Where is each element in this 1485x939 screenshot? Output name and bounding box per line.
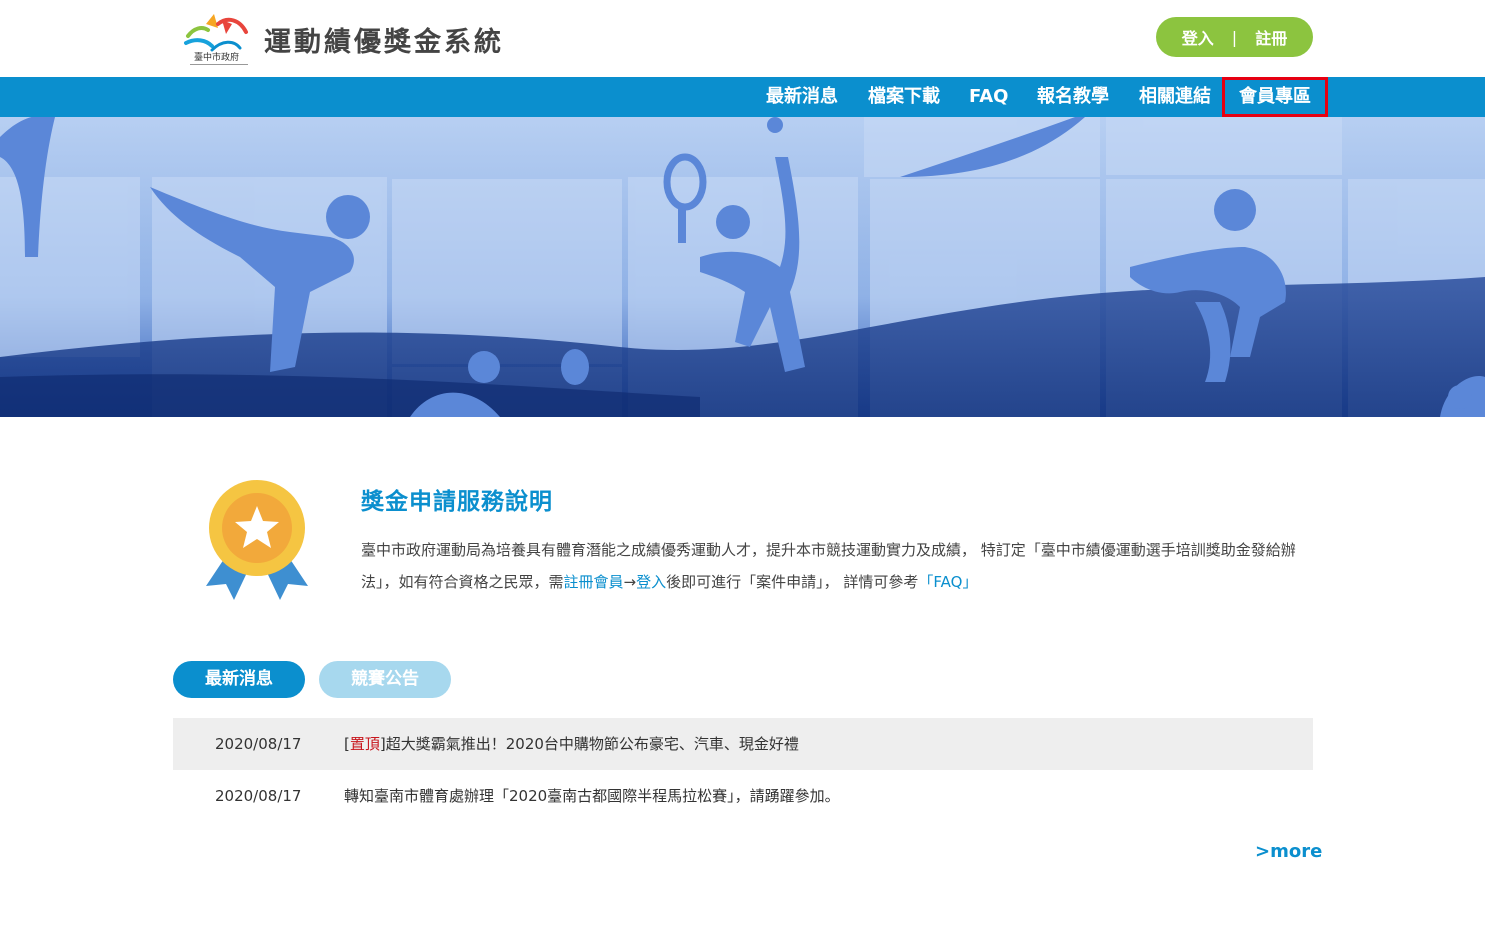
login-inline-link[interactable]: 登入 [636,573,666,591]
intro-text-part2: 後即可進行「案件申請」， 詳情可參考 [666,573,919,591]
nav-item-member-area[interactable]: 會員專區 [1222,77,1328,117]
taichung-logo[interactable]: 臺中市政府 [182,10,262,68]
nav-item-registration-guide[interactable]: 報名教學 [1037,77,1109,117]
news-date: 2020/08/17 [215,735,302,753]
pinned-badge: 置頂 [349,735,380,753]
intro-title: 獎金申請服務說明 [361,489,553,515]
tab-latest-news[interactable]: 最新消息 [173,661,305,698]
news-row[interactable]: 2020/08/17 轉知臺南市體育處辦理「2020臺南古都國際半程馬拉松賽」，… [173,770,1313,822]
banner-artwork [0,117,1485,417]
nav-item-downloads[interactable]: 檔案下載 [868,77,940,117]
site-title: 運動績優獎金系統 [264,27,504,58]
auth-pill: 登入 | 註冊 [1156,17,1313,57]
news-title-text: 超大獎霸氣推出！2020台中購物節公布豪宅、汽車、現金好禮 [385,735,799,753]
nav-item-related-links[interactable]: 相關連結 [1139,77,1211,117]
main-nav: 最新消息 檔案下載 FAQ 報名教學 相關連結 會員專區 [0,77,1485,117]
auth-separator: | [1231,27,1238,47]
header: 臺中市政府 運動績優獎金系統 登入 | 註冊 [0,0,1485,77]
logo-caption: 臺中市政府 [194,51,239,63]
register-member-link[interactable]: 註冊會員 [564,573,624,591]
more-link[interactable]: >more [1255,841,1322,862]
medal-icon [200,480,314,602]
news-title[interactable]: 轉知臺南市體育處辦理「2020臺南古都國際半程馬拉松賽」，請踴躍參加。 [344,770,840,822]
news-title[interactable]: [置頂]超大獎霸氣推出！2020台中購物節公布豪宅、汽車、現金好禮 [344,718,799,770]
login-link[interactable]: 登入 [1182,25,1214,49]
intro-arrow: → [623,573,637,591]
news-date: 2020/08/17 [215,787,302,805]
news-row[interactable]: 2020/08/17 [置頂]超大獎霸氣推出！2020台中購物節公布豪宅、汽車、… [173,718,1313,770]
hero-banner [0,117,1485,417]
nav-item-faq[interactable]: FAQ [969,77,1008,117]
register-link[interactable]: 註冊 [1255,25,1287,49]
nav-item-news[interactable]: 最新消息 [766,77,838,117]
faq-inline-link[interactable]: 「FAQ」 [918,573,977,591]
intro-description: 臺中市政府運動局為培養具有體育潛能之成績優秀運動人才，提升本市競技運動實力及成績… [361,534,1316,598]
tab-competition-announcements[interactable]: 競賽公告 [319,661,451,698]
